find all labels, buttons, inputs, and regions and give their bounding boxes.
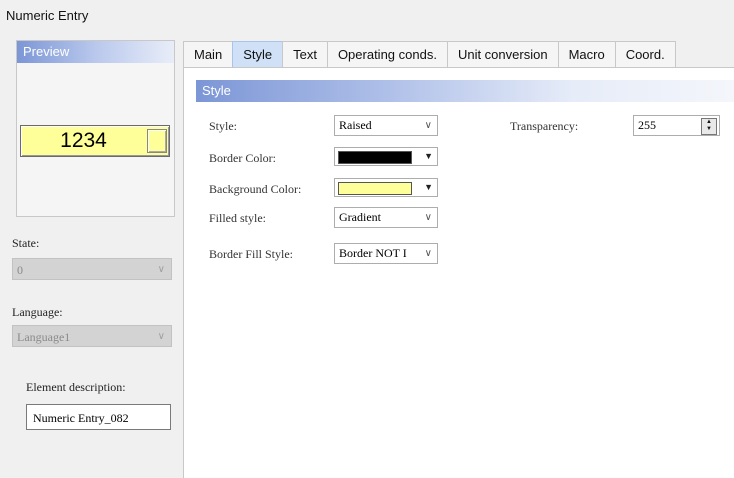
chevron-down-icon: ∨ — [422, 208, 432, 227]
style-label: Style: — [209, 119, 238, 133]
background-color-swatch — [338, 182, 412, 195]
border-fill-style-select[interactable]: Border NOT I ∨ — [334, 243, 438, 264]
border-color-swatch — [338, 151, 412, 164]
section-header-style: Style — [196, 80, 734, 102]
element-description-label: Element description: — [26, 380, 126, 394]
tab-style[interactable]: Style — [232, 41, 284, 67]
window-title: Numeric Entry — [6, 8, 89, 23]
state-select: 0 ∨ — [12, 258, 172, 280]
tab-operating-conds[interactable]: Operating conds. — [326, 41, 448, 67]
tab-unit-conversion[interactable]: Unit conversion — [446, 41, 559, 67]
element-description-input[interactable]: Numeric Entry_082 — [26, 404, 171, 430]
transparency-label: Transparency: — [510, 119, 579, 133]
chevron-down-icon: ∨ — [422, 244, 432, 263]
filled-style-label: Filled style: — [209, 211, 266, 225]
numeric-entry-preview: 1234 — [20, 125, 170, 157]
chevron-down-icon: ∨ — [157, 264, 165, 275]
spin-up-down-icon[interactable]: ▲ ▼ — [701, 118, 717, 135]
filled-style-value: Gradient — [339, 210, 381, 224]
transparency-value: 255 — [638, 118, 656, 132]
language-label: Language: — [12, 305, 63, 319]
tab-macro[interactable]: Macro — [557, 41, 616, 67]
border-fill-style-value: Border NOT I — [339, 246, 407, 260]
language-value: Language1 — [17, 330, 71, 344]
tab-bar: Main Style Text Operating conds. Unit co… — [183, 41, 676, 67]
border-color-label: Border Color: — [209, 151, 276, 165]
chevron-down-icon: ∨ — [422, 116, 432, 135]
border-color-picker[interactable]: ▼ — [334, 147, 438, 166]
state-label: State: — [12, 236, 40, 250]
language-select: Language1 ∨ — [12, 325, 172, 347]
chevron-down-icon: ∨ — [157, 331, 165, 342]
preview-handle — [147, 129, 167, 153]
style-tab-content: Style Style: Raised ∨ Border Color: ▼ Ba… — [183, 67, 734, 478]
background-color-label: Background Color: — [209, 182, 302, 196]
preview-panel: Preview 1234 — [16, 40, 175, 217]
preview-header: Preview — [17, 41, 174, 63]
tab-text[interactable]: Text — [282, 41, 328, 67]
preview-value: 1234 — [60, 129, 107, 152]
style-value: Raised — [339, 118, 372, 132]
style-select[interactable]: Raised ∨ — [334, 115, 438, 136]
dropdown-arrow-icon: ▼ — [424, 182, 433, 192]
border-fill-style-label: Border Fill Style: — [209, 247, 293, 261]
tab-coord[interactable]: Coord. — [614, 41, 676, 67]
filled-style-select[interactable]: Gradient ∨ — [334, 207, 438, 228]
tab-main[interactable]: Main — [183, 41, 234, 67]
state-value: 0 — [17, 263, 23, 277]
dropdown-arrow-icon: ▼ — [424, 151, 433, 161]
transparency-spinner[interactable]: 255 ▲ ▼ — [633, 115, 720, 136]
background-color-picker[interactable]: ▼ — [334, 178, 438, 197]
